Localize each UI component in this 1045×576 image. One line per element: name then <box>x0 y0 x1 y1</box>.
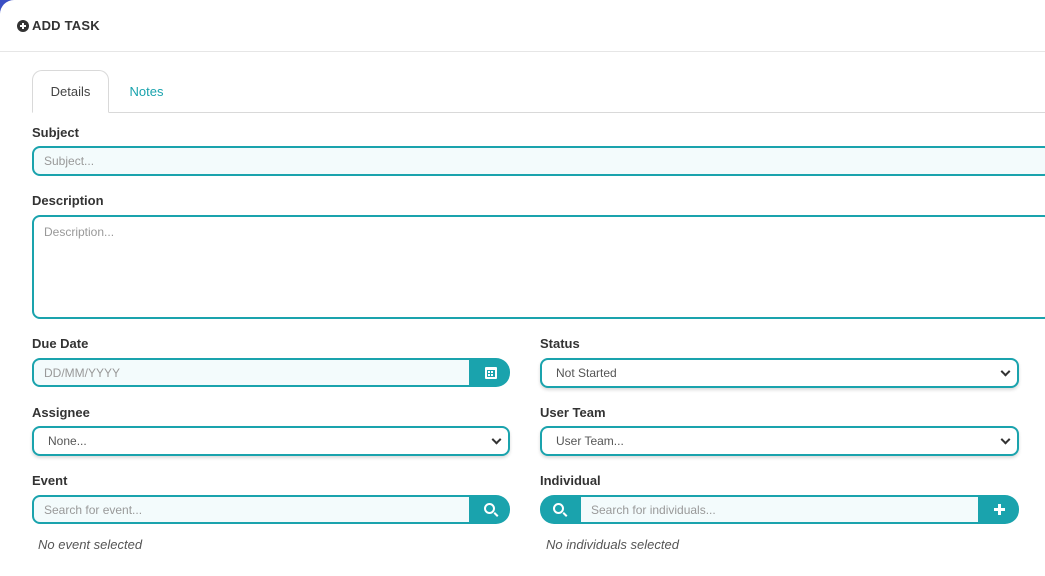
user-team-value: User Team... <box>556 434 624 448</box>
chevron-down-icon <box>1000 366 1011 377</box>
status-value: Not Started <box>556 366 617 380</box>
individual-placeholder: Search for individuals... <box>591 502 716 517</box>
user-team-label: User Team <box>540 405 606 420</box>
due-date-input[interactable]: DD/MM/YYYY <box>32 358 471 387</box>
due-date-placeholder: DD/MM/YYYY <box>44 365 121 380</box>
assignee-select[interactable]: None... <box>32 426 510 456</box>
page-title-text: ADD TASK <box>32 18 100 33</box>
description-placeholder: Description... <box>44 225 115 239</box>
event-search-button[interactable] <box>471 495 510 524</box>
modal-header: ADD TASK <box>0 0 1045 52</box>
due-date-group: DD/MM/YYYY <box>32 358 510 387</box>
subject-input[interactable]: Subject... <box>32 146 1045 176</box>
plus-circle-icon <box>17 19 29 32</box>
status-label: Status <box>540 336 580 351</box>
event-placeholder: Search for event... <box>44 502 143 517</box>
description-textarea[interactable]: Description... <box>32 215 1045 319</box>
tab-notes[interactable]: Notes <box>109 70 184 113</box>
subject-placeholder: Subject... <box>44 154 95 168</box>
chevron-down-icon <box>1000 434 1011 445</box>
chevron-down-icon <box>491 434 502 445</box>
no-individuals-text: No individuals selected <box>546 537 679 552</box>
due-date-label: Due Date <box>32 336 89 351</box>
search-icon <box>484 503 495 514</box>
event-label: Event <box>32 473 68 488</box>
search-icon <box>553 503 564 514</box>
assignee-value: None... <box>48 434 87 448</box>
individual-search-group: Search for individuals... <box>540 495 1019 524</box>
plus-icon <box>994 504 1005 515</box>
add-individual-button[interactable] <box>980 495 1019 524</box>
tab-details[interactable]: Details <box>32 70 109 113</box>
subject-label: Subject <box>32 125 79 140</box>
assignee-label: Assignee <box>32 405 90 420</box>
individual-search-button[interactable] <box>540 495 579 524</box>
description-label: Description <box>32 193 104 208</box>
page-title: ADD TASK <box>17 18 100 33</box>
event-search-input[interactable]: Search for event... <box>32 495 471 524</box>
individual-label: Individual <box>540 473 601 488</box>
calendar-icon <box>484 366 497 379</box>
status-select[interactable]: Not Started <box>540 358 1019 388</box>
individual-search-input[interactable]: Search for individuals... <box>579 495 980 524</box>
tab-bar: Details Notes <box>32 70 1045 113</box>
event-search-group: Search for event... <box>32 495 510 524</box>
user-team-select[interactable]: User Team... <box>540 426 1019 456</box>
calendar-button[interactable] <box>471 358 510 387</box>
no-event-text: No event selected <box>38 537 143 552</box>
